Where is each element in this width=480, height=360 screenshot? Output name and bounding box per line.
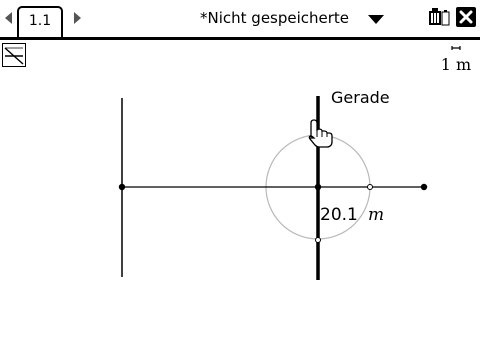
close-button[interactable]: [456, 7, 476, 27]
hand-pointer-icon: [308, 119, 333, 148]
caret-down-icon[interactable]: [368, 15, 384, 24]
chevron-left-icon[interactable]: [5, 12, 12, 24]
measurement-unit: m: [368, 205, 384, 225]
document-title[interactable]: *Nicht gespeicherte: [200, 9, 349, 27]
battery-icon: [429, 8, 450, 26]
close-icon: [459, 10, 473, 24]
point[interactable]: [314, 183, 322, 191]
intersection-point[interactable]: [315, 237, 321, 243]
measurement-value: 20.1: [320, 205, 358, 225]
intersection-point[interactable]: [367, 184, 373, 190]
line-label[interactable]: Gerade: [331, 88, 390, 107]
document-toolbar: 1.1 *Nicht gespeicherte: [0, 0, 480, 39]
geometry-canvas[interactable]: Gerade 20.1 m: [0, 40, 480, 360]
page-tab-label: 1.1: [28, 13, 52, 29]
chevron-right-icon[interactable]: [74, 12, 81, 24]
length-measurement[interactable]: 20.1 m: [320, 205, 384, 225]
point[interactable]: [420, 183, 428, 191]
tab-page-1-1[interactable]: 1.1: [17, 6, 63, 39]
point[interactable]: [118, 183, 126, 191]
